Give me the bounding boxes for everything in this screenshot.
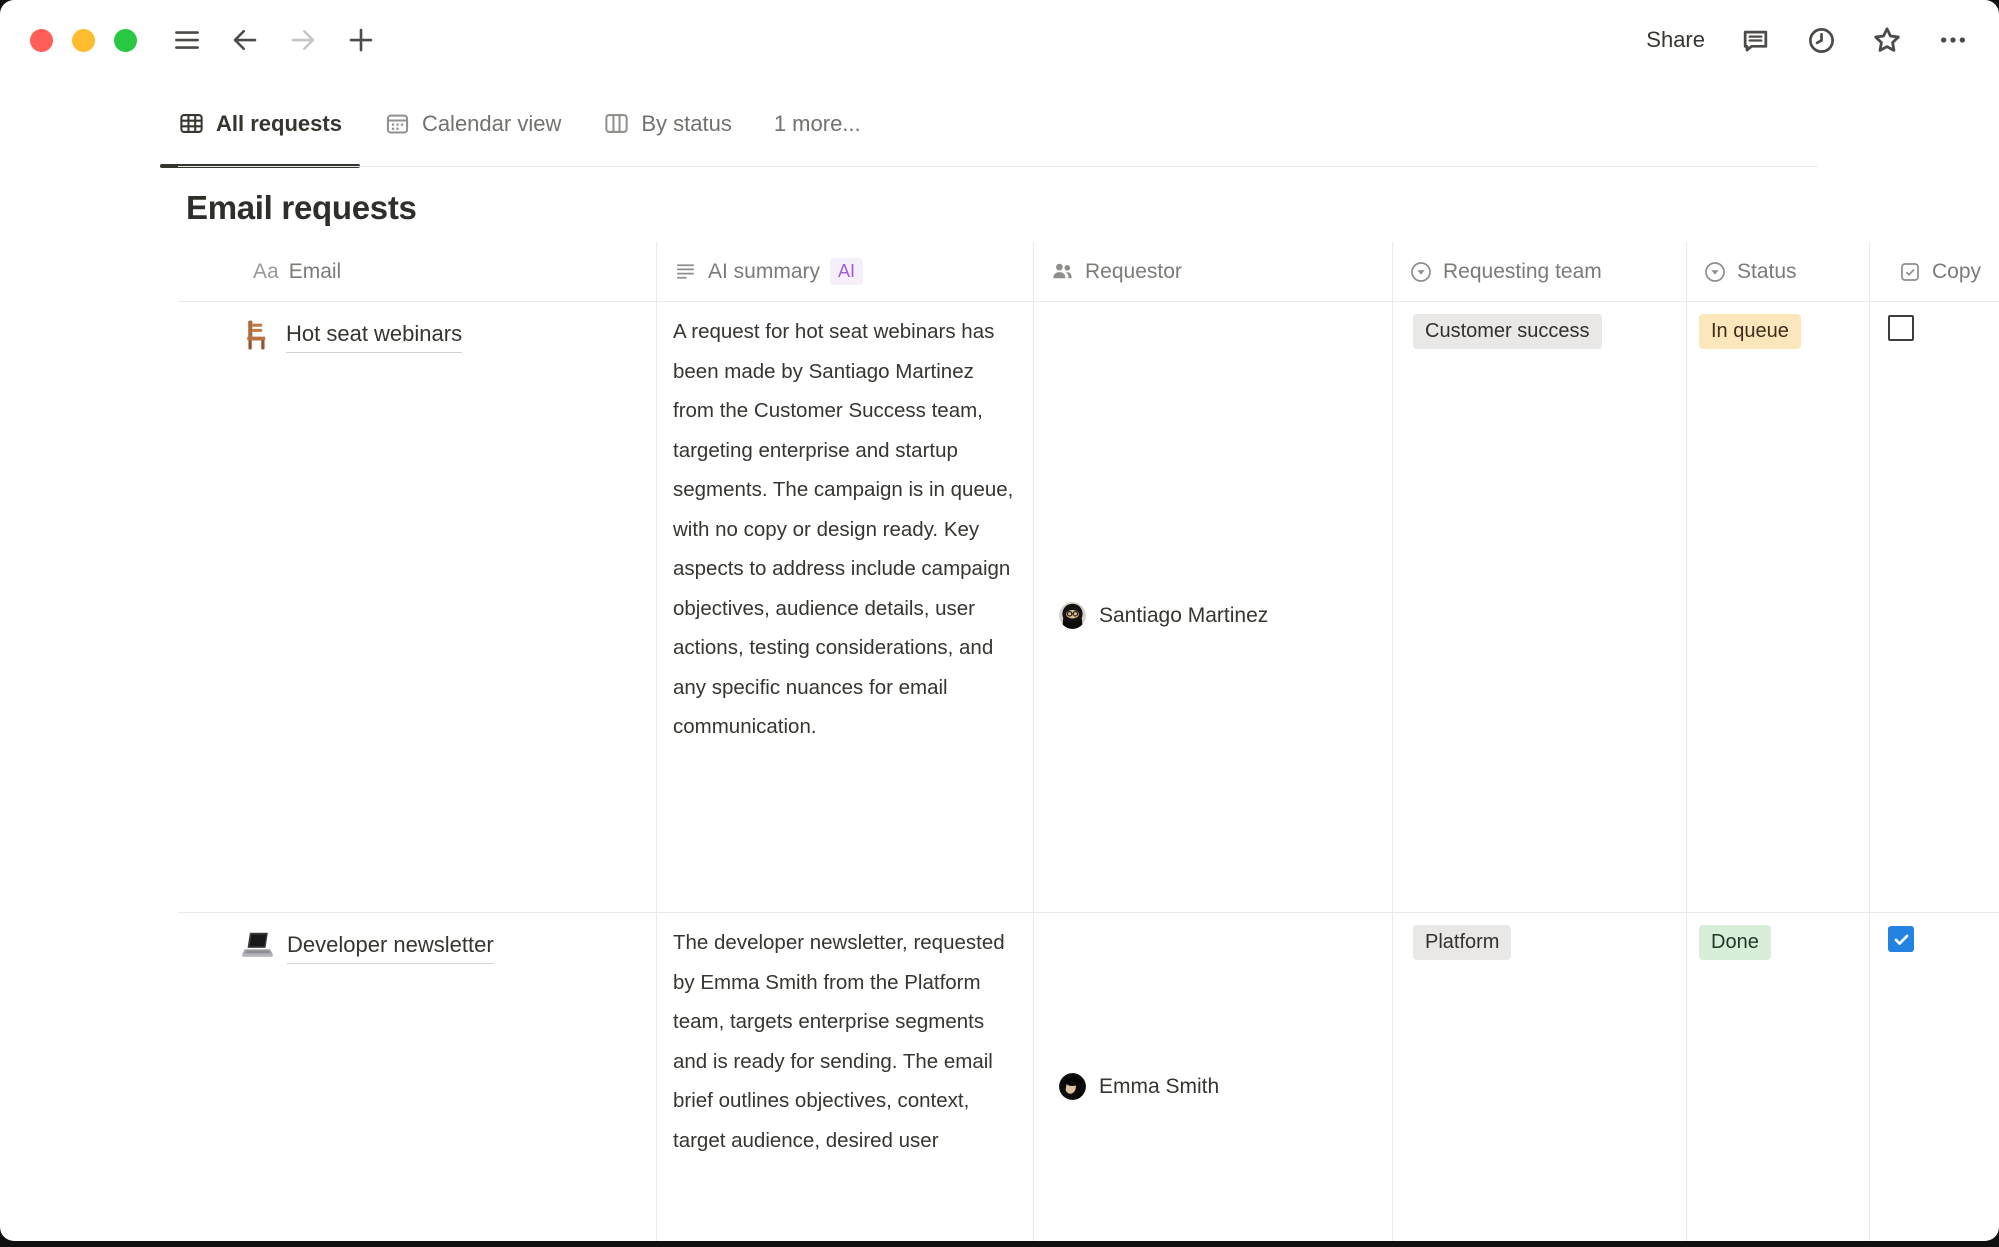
tab-label: All requests <box>216 111 342 137</box>
table-header-row: Aa Email AI summary AI Requestor <box>178 242 1999 302</box>
titlebar-actions: Share <box>1646 24 1969 56</box>
board-view-icon <box>603 110 630 137</box>
requestor-cell[interactable]: Emma Smith <box>1033 913 1392 1241</box>
column-label: Requestor <box>1085 260 1182 284</box>
row-title-link[interactable]: Developer newsletter <box>287 928 494 964</box>
close-window-button[interactable] <box>30 29 53 52</box>
checkbox-icon <box>1898 260 1922 284</box>
status-tag: Done <box>1699 925 1771 960</box>
back-arrow-icon[interactable] <box>229 24 261 56</box>
zoom-window-button[interactable] <box>114 29 137 52</box>
table-view-icon <box>178 110 205 137</box>
select-icon <box>1703 260 1727 284</box>
ai-summary-cell[interactable]: A request for hot seat webinars has been… <box>656 302 1033 912</box>
chair-emoji-icon <box>240 318 273 356</box>
minimize-window-button[interactable] <box>72 29 95 52</box>
tab-calendar-view[interactable]: Calendar view <box>366 80 579 167</box>
email-cell[interactable]: Developer newsletter <box>178 913 656 1241</box>
avatar <box>1059 1073 1086 1100</box>
favorite-star-icon[interactable] <box>1871 24 1903 56</box>
nav-controls <box>171 24 377 56</box>
tab-label: Calendar view <box>422 111 561 137</box>
more-options-icon[interactable] <box>1937 24 1969 56</box>
laptop-emoji-icon <box>240 929 274 966</box>
column-header-email[interactable]: Aa Email <box>178 242 656 301</box>
column-label: AI summary <box>708 260 820 284</box>
align-left-icon <box>673 259 698 284</box>
text-type-icon: Aa <box>253 260 279 284</box>
status-cell[interactable]: In queue <box>1686 302 1869 912</box>
column-header-status[interactable]: Status <box>1686 242 1869 301</box>
database-table: Aa Email AI summary AI Requestor <box>178 242 1999 1241</box>
requestor-name: Emma Smith <box>1099 1075 1219 1099</box>
column-label: Status <box>1737 260 1797 284</box>
select-icon <box>1409 260 1433 284</box>
column-label: Email <box>289 260 342 284</box>
column-header-copy[interactable]: Copy <box>1869 242 1999 301</box>
updates-clock-icon[interactable] <box>1805 24 1837 56</box>
screenshot: Share All requests <box>0 0 1999 1247</box>
tab-label: 1 more... <box>774 111 861 137</box>
ai-badge: AI <box>830 258 863 285</box>
requestor-name: Santiago Martinez <box>1099 604 1268 628</box>
status-tag: In queue <box>1699 314 1801 349</box>
tabs-divider <box>178 166 1818 167</box>
email-cell[interactable]: Hot seat webinars <box>178 302 656 912</box>
tab-all-requests[interactable]: All requests <box>160 80 360 167</box>
sidebar-menu-icon[interactable] <box>171 24 203 56</box>
column-header-requesting-team[interactable]: Requesting team <box>1392 242 1686 301</box>
new-page-icon[interactable] <box>345 24 377 56</box>
view-tabs-bar: All requests Calendar view By status 1 m… <box>0 80 1999 167</box>
titlebar: Share <box>0 0 1999 80</box>
team-tag: Customer success <box>1413 314 1602 349</box>
tab-label: By status <box>641 111 731 137</box>
table-row: Developer newsletter The developer newsl… <box>178 913 1999 1241</box>
copy-cell[interactable] <box>1869 302 1999 912</box>
column-header-ai-summary[interactable]: AI summary AI <box>656 242 1033 301</box>
forward-arrow-icon[interactable] <box>287 24 319 56</box>
status-cell[interactable]: Done <box>1686 913 1869 1241</box>
window-controls <box>30 29 137 52</box>
tab-more-views[interactable]: 1 more... <box>756 80 879 167</box>
column-label: Copy <box>1932 260 1981 284</box>
column-label: Requesting team <box>1443 260 1602 284</box>
people-icon <box>1050 259 1075 284</box>
requesting-team-cell[interactable]: Platform <box>1392 913 1686 1241</box>
avatar <box>1059 602 1086 629</box>
copy-checkbox-checked[interactable] <box>1888 926 1914 952</box>
requesting-team-cell[interactable]: Customer success <box>1392 302 1686 912</box>
ai-summary-cell[interactable]: The developer newsletter, requested by E… <box>656 913 1033 1241</box>
column-header-requestor[interactable]: Requestor <box>1033 242 1392 301</box>
copy-cell[interactable] <box>1869 913 1999 1241</box>
row-title-link[interactable]: Hot seat webinars <box>286 317 462 353</box>
tab-by-status[interactable]: By status <box>585 80 749 167</box>
copy-checkbox-unchecked[interactable] <box>1888 315 1914 341</box>
page-title: Email requests <box>186 189 1999 227</box>
requestor-cell[interactable]: Santiago Martinez <box>1033 302 1392 912</box>
comments-icon[interactable] <box>1739 24 1771 56</box>
app-window: Share All requests <box>0 0 1999 1241</box>
table-row: Hot seat webinars A request for hot seat… <box>178 302 1999 913</box>
calendar-view-icon <box>384 110 411 137</box>
team-tag: Platform <box>1413 925 1511 960</box>
share-button[interactable]: Share <box>1646 27 1705 53</box>
